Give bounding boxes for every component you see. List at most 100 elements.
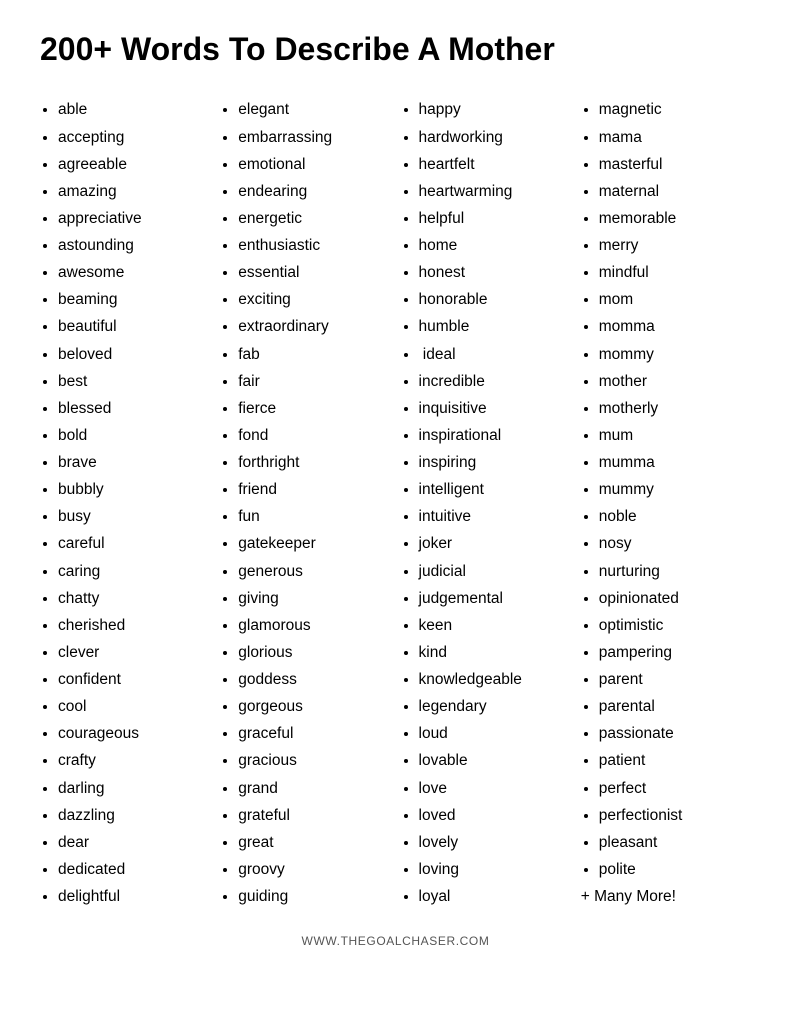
- list-item: blessed: [58, 395, 200, 422]
- list-item: astounding: [58, 232, 200, 259]
- list-item: loved: [419, 802, 561, 829]
- list-item: nosy: [599, 530, 741, 557]
- list-item: mama: [599, 124, 741, 151]
- list-item: essential: [238, 259, 380, 286]
- list-item: beloved: [58, 341, 200, 368]
- list-item: kind: [419, 639, 561, 666]
- list-item: loving: [419, 856, 561, 883]
- list-item: dear: [58, 829, 200, 856]
- list-item: grand: [238, 775, 380, 802]
- list-item: joker: [419, 530, 561, 557]
- list-item: dedicated: [58, 856, 200, 883]
- list-item: happy: [419, 96, 561, 123]
- list-item: judicial: [419, 558, 561, 585]
- list-item: friend: [238, 476, 380, 503]
- list-item: incredible: [419, 368, 561, 395]
- list-item: mummy: [599, 476, 741, 503]
- list-item: gatekeeper: [238, 530, 380, 557]
- list-item: great: [238, 829, 380, 856]
- list-item: knowledgeable: [419, 666, 561, 693]
- list-item: fair: [238, 368, 380, 395]
- list-item: parental: [599, 693, 741, 720]
- list-item: gorgeous: [238, 693, 380, 720]
- list-item: keen: [419, 612, 561, 639]
- list-item: glorious: [238, 639, 380, 666]
- list-item: inspirational: [419, 422, 561, 449]
- word-column-3: happyhardworkingheartfeltheartwarminghel…: [391, 96, 571, 910]
- list-item: brave: [58, 449, 200, 476]
- list-item: pleasant: [599, 829, 741, 856]
- list-item: honest: [419, 259, 561, 286]
- word-column-4: magneticmamamasterfulmaternalmemorableme…: [571, 96, 751, 910]
- footer-url: WWW.THEGOALCHASER.COM: [40, 934, 751, 948]
- list-item: intelligent: [419, 476, 561, 503]
- list-item: fab: [238, 341, 380, 368]
- page-title: 200+ Words To Describe A Mother: [40, 30, 751, 68]
- list-item: polite: [599, 856, 741, 883]
- list-item: nurturing: [599, 558, 741, 585]
- list-item: beautiful: [58, 313, 200, 340]
- list-item: agreeable: [58, 151, 200, 178]
- list-item: crafty: [58, 747, 200, 774]
- list-item: hardworking: [419, 124, 561, 151]
- list-item: motherly: [599, 395, 741, 422]
- list-item: enthusiastic: [238, 232, 380, 259]
- list-item: noble: [599, 503, 741, 530]
- list-item: confident: [58, 666, 200, 693]
- list-item: love: [419, 775, 561, 802]
- list-item: darling: [58, 775, 200, 802]
- list-item: careful: [58, 530, 200, 557]
- list-item: endearing: [238, 178, 380, 205]
- list-item: bold: [58, 422, 200, 449]
- list-item: mindful: [599, 259, 741, 286]
- list-item: parent: [599, 666, 741, 693]
- list-item: fond: [238, 422, 380, 449]
- list-item: mother: [599, 368, 741, 395]
- list-item: perfectionist: [599, 802, 741, 829]
- list-item: chatty: [58, 585, 200, 612]
- list-item: graceful: [238, 720, 380, 747]
- list-item: ideal: [419, 341, 561, 368]
- list-item: busy: [58, 503, 200, 530]
- list-item: best: [58, 368, 200, 395]
- list-item: accepting: [58, 124, 200, 151]
- list-item: appreciative: [58, 205, 200, 232]
- list-item: caring: [58, 558, 200, 585]
- list-item: heartfelt: [419, 151, 561, 178]
- list-item: mumma: [599, 449, 741, 476]
- list-item: memorable: [599, 205, 741, 232]
- list-item: masterful: [599, 151, 741, 178]
- list-item: giving: [238, 585, 380, 612]
- list-item: cool: [58, 693, 200, 720]
- list-item: merry: [599, 232, 741, 259]
- list-item: home: [419, 232, 561, 259]
- list-item: dazzling: [58, 802, 200, 829]
- list-item: inspiring: [419, 449, 561, 476]
- list-item: beaming: [58, 286, 200, 313]
- list-item: extraordinary: [238, 313, 380, 340]
- list-item: clever: [58, 639, 200, 666]
- list-item: judgemental: [419, 585, 561, 612]
- list-item: elegant: [238, 96, 380, 123]
- list-item: able: [58, 96, 200, 123]
- list-item: generous: [238, 558, 380, 585]
- list-item: mum: [599, 422, 741, 449]
- list-item: loyal: [419, 883, 561, 910]
- list-item: humble: [419, 313, 561, 340]
- list-item: loud: [419, 720, 561, 747]
- list-item: guiding: [238, 883, 380, 910]
- list-item: maternal: [599, 178, 741, 205]
- list-item: momma: [599, 313, 741, 340]
- list-item: fun: [238, 503, 380, 530]
- list-item: goddess: [238, 666, 380, 693]
- list-item: legendary: [419, 693, 561, 720]
- list-item: groovy: [238, 856, 380, 883]
- list-item: exciting: [238, 286, 380, 313]
- list-item: glamorous: [238, 612, 380, 639]
- list-item: honorable: [419, 286, 561, 313]
- list-item: energetic: [238, 205, 380, 232]
- list-item: optimistic: [599, 612, 741, 639]
- list-item: awesome: [58, 259, 200, 286]
- list-item: mommy: [599, 341, 741, 368]
- list-item: lovely: [419, 829, 561, 856]
